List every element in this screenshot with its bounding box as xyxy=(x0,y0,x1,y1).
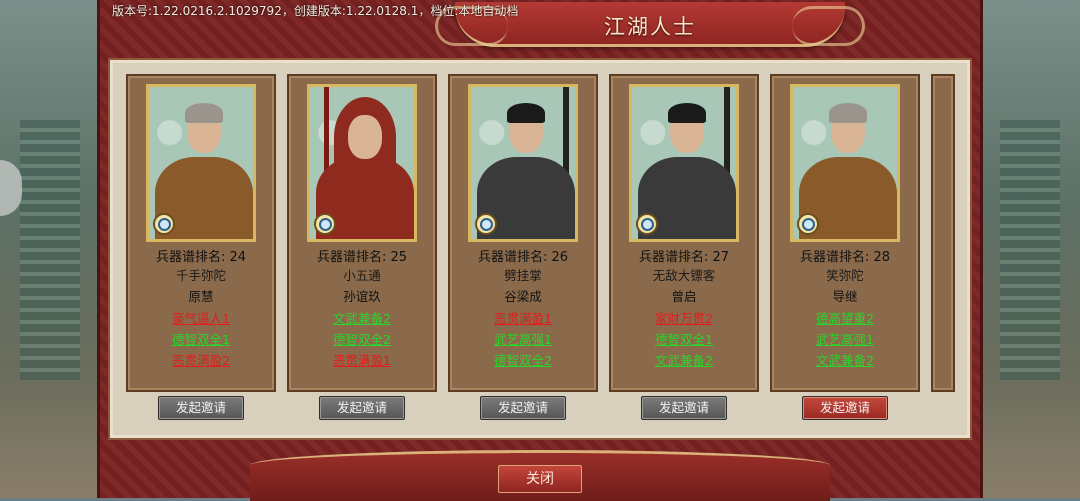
right-scenery xyxy=(970,0,1080,498)
magnifier-icon[interactable] xyxy=(314,213,336,235)
character-card[interactable]: 兵器谱排名: 24 千手弥陀 原慧 豪气逼人1 德智双全1 恶贯满盈2 xyxy=(126,74,276,392)
trait-link[interactable]: 德智双全1 xyxy=(655,332,713,347)
magnifier-icon[interactable] xyxy=(153,213,175,235)
trait-link[interactable]: 恶贯满盈2 xyxy=(172,353,230,368)
hooded-warrior-portrait[interactable] xyxy=(307,84,417,242)
trait-link[interactable]: 文武兼备2 xyxy=(816,353,874,368)
trait-link[interactable]: 文武兼备2 xyxy=(333,311,391,326)
trait-link[interactable]: 恶贯满盈1 xyxy=(494,311,552,326)
magnifier-icon[interactable] xyxy=(636,213,658,235)
character-nickname: 劈挂掌 xyxy=(504,268,542,283)
invite-button[interactable]: 发起邀请 xyxy=(641,396,727,420)
character-nickname: 无敌大镖客 xyxy=(652,268,716,283)
trait-link[interactable]: 豪气逼人1 xyxy=(172,311,230,326)
version-info: 版本号:1.22.0216.2.1029792，创建版本:1.22.0128.1… xyxy=(112,4,519,18)
character-nickname: 笑弥陀 xyxy=(826,268,864,283)
character-name: 谷梁成 xyxy=(504,289,542,304)
left-scenery xyxy=(0,0,110,498)
trait-link[interactable]: 恶贯满盈1 xyxy=(333,353,391,368)
weapon-rank: 兵器谱排名: 26 xyxy=(477,250,569,265)
weapon-rank: 兵器谱排名: 27 xyxy=(638,250,730,265)
invite-button-selected[interactable]: 发起邀请 xyxy=(802,396,888,420)
character-card[interactable]: 兵器谱排名: 28 笑弥陀 导继 德高望重2 武艺高强1 文武兼备2 xyxy=(770,74,920,392)
trait-link[interactable]: 家财万贯2 xyxy=(655,311,713,326)
trait-link[interactable]: 德智双全2 xyxy=(494,353,552,368)
monk-portrait[interactable] xyxy=(790,84,900,242)
hair-shape xyxy=(185,103,223,123)
hair-shape xyxy=(668,103,706,123)
trait-link[interactable]: 武艺高强1 xyxy=(816,332,874,347)
character-card-partial[interactable] xyxy=(931,74,955,392)
trait-link[interactable]: 文武兼备2 xyxy=(655,353,713,368)
character-name: 曾启 xyxy=(671,289,697,304)
magnifier-icon[interactable] xyxy=(475,213,497,235)
hair-shape xyxy=(507,103,545,123)
trait-link[interactable]: 德智双全1 xyxy=(172,332,230,347)
character-nickname: 小五通 xyxy=(343,268,381,283)
trait-link[interactable]: 武艺高强1 xyxy=(494,332,552,347)
swordsman-portrait[interactable] xyxy=(468,84,578,242)
weapon-rank: 兵器谱排名: 24 xyxy=(155,250,247,265)
invite-button[interactable]: 发起邀请 xyxy=(158,396,244,420)
character-name: 孙谊玖 xyxy=(343,289,381,304)
card-list[interactable]: 兵器谱排名: 24 千手弥陀 原慧 豪气逼人1 德智双全1 恶贯满盈2 兵器谱排… xyxy=(108,58,972,440)
trait-link[interactable]: 德高望重2 xyxy=(816,311,874,326)
magnifier-icon[interactable] xyxy=(797,213,819,235)
character-name: 原慧 xyxy=(188,289,214,304)
character-name: 导继 xyxy=(832,289,858,304)
weapon-rank: 兵器谱排名: 28 xyxy=(799,250,891,265)
monk-portrait[interactable] xyxy=(146,84,256,242)
hair-shape xyxy=(829,103,867,123)
character-card[interactable]: 兵器谱排名: 26 劈挂掌 谷梁成 恶贯满盈1 武艺高强1 德智双全2 xyxy=(448,74,598,392)
trait-link[interactable]: 德智双全2 xyxy=(333,332,391,347)
invite-button[interactable]: 发起邀请 xyxy=(319,396,405,420)
character-card[interactable]: 兵器谱排名: 25 小五通 孙谊玖 文武兼备2 德智双全2 恶贯满盈1 xyxy=(287,74,437,392)
character-nickname: 千手弥陀 xyxy=(175,268,226,283)
character-card[interactable]: 兵器谱排名: 27 无敌大镖客 曾启 家财万贯2 德智双全1 文武兼备2 xyxy=(609,74,759,392)
weapon-rank: 兵器谱排名: 25 xyxy=(316,250,408,265)
face-shape xyxy=(348,115,382,159)
invite-button[interactable]: 发起邀请 xyxy=(480,396,566,420)
swordsman-portrait[interactable] xyxy=(629,84,739,242)
close-button[interactable]: 关闭 xyxy=(498,465,582,493)
